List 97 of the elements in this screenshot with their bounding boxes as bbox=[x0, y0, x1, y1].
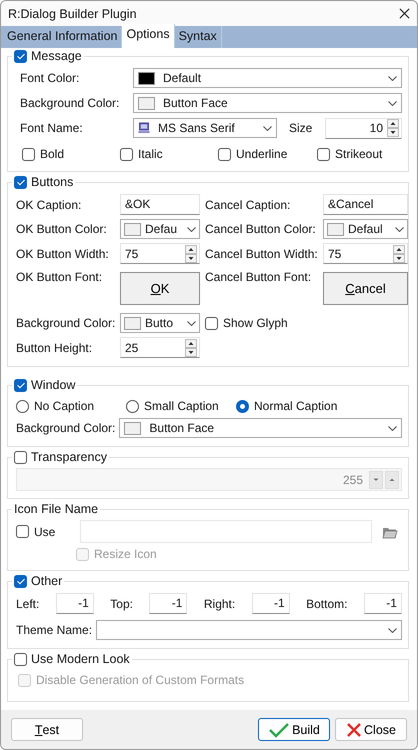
color-dropdown[interactable]: Button Face bbox=[133, 93, 402, 113]
field-label: Top: bbox=[110, 596, 133, 610]
text-field[interactable]: &Cancel bbox=[323, 194, 408, 215]
spin-up-button[interactable] bbox=[387, 119, 399, 128]
group-title: Other bbox=[31, 574, 62, 588]
field-label: Cancel Button Color: bbox=[205, 222, 317, 236]
radio-button[interactable] bbox=[236, 400, 249, 412]
checkbox[interactable] bbox=[120, 148, 133, 160]
number-field[interactable]: -1 bbox=[149, 593, 188, 614]
field-label: OK Button Width: bbox=[16, 246, 110, 260]
checkbox-label: Show Glyph bbox=[223, 316, 288, 330]
field-label: Background Color: bbox=[16, 316, 115, 330]
checkbox[interactable] bbox=[14, 378, 27, 392]
checkbox[interactable] bbox=[205, 316, 218, 330]
cancel-font-button[interactable]: Cancel bbox=[323, 272, 408, 305]
field-label: Button Height: bbox=[16, 340, 94, 354]
caret-icon bbox=[187, 320, 196, 326]
caret-icon bbox=[187, 226, 196, 232]
checkbox-label: Use bbox=[34, 524, 56, 538]
field-label: Left: bbox=[16, 596, 40, 610]
color-dropdown[interactable]: Defau bbox=[120, 219, 200, 239]
color-dropdown[interactable]: Button Face bbox=[119, 418, 402, 438]
number-field[interactable]: -1 bbox=[364, 593, 402, 614]
field-label: Theme Name: bbox=[16, 623, 92, 637]
checkbox-label: Disable Generation of Custom Formats bbox=[36, 673, 244, 687]
field-label: Font Color: bbox=[19, 71, 80, 85]
checkbox[interactable] bbox=[14, 50, 27, 62]
caret-icon bbox=[388, 426, 397, 430]
font-dropdown[interactable]: MS Sans Serif bbox=[133, 118, 277, 138]
checkbox[interactable] bbox=[14, 176, 27, 188]
radio-button[interactable] bbox=[126, 400, 139, 412]
group-title: Buttons bbox=[31, 175, 74, 189]
radio-label: Normal Caption bbox=[254, 399, 338, 413]
checkbox[interactable] bbox=[317, 148, 330, 160]
checkbox-label: Italic bbox=[138, 147, 163, 161]
monitor-icon bbox=[138, 122, 150, 134]
checkbox-label: Resize Icon bbox=[94, 547, 157, 561]
field-label: Font Name: bbox=[19, 121, 84, 135]
group-title: Transparency bbox=[31, 450, 107, 464]
spin-up-button[interactable] bbox=[393, 244, 405, 254]
checkbox-label: Strikeout bbox=[335, 147, 382, 161]
width-spinner[interactable]: 75 bbox=[323, 243, 408, 264]
checkbox[interactable] bbox=[14, 652, 27, 666]
spin-down-button[interactable] bbox=[387, 128, 399, 137]
caret-icon bbox=[263, 126, 272, 130]
width-spinner[interactable]: 75 bbox=[120, 243, 200, 264]
group-title: Use Modern Look bbox=[31, 652, 130, 666]
size-spinner[interactable]: 10 bbox=[325, 118, 402, 138]
field-label: OK Button Font: bbox=[16, 269, 104, 284]
build-button[interactable]: Build bbox=[258, 718, 330, 741]
spin-down-button[interactable] bbox=[393, 254, 405, 262]
field-label: Cancel Button Width: bbox=[205, 246, 318, 260]
caret-icon bbox=[388, 628, 397, 632]
checkbox[interactable] bbox=[14, 574, 27, 588]
field-label: Cancel Caption: bbox=[205, 198, 292, 212]
close-button[interactable]: Close bbox=[335, 718, 407, 741]
ok-font-button[interactable]: OK bbox=[120, 272, 200, 305]
field-label: Background Color: bbox=[19, 96, 120, 110]
checkbox[interactable] bbox=[218, 148, 231, 160]
checkbox[interactable] bbox=[22, 148, 35, 160]
group-title: Icon File Name bbox=[14, 502, 98, 516]
radio-label: Small Caption bbox=[144, 399, 219, 413]
radio-button[interactable] bbox=[16, 400, 29, 412]
caret-icon bbox=[388, 76, 397, 80]
test-button[interactable]: Test bbox=[11, 718, 83, 741]
field-label: Cancel Button Font: bbox=[205, 269, 312, 284]
spin-up-button[interactable] bbox=[185, 244, 197, 254]
checkbox-label: Bold bbox=[40, 147, 64, 161]
color-dropdown[interactable]: Defaul bbox=[323, 219, 408, 239]
field-label: Bottom: bbox=[306, 596, 348, 610]
field-label: Size bbox=[289, 121, 314, 135]
checkbox-label: Underline bbox=[236, 147, 288, 161]
spin-up-button[interactable] bbox=[185, 338, 197, 348]
text-field[interactable]: &OK bbox=[120, 194, 200, 215]
field-label: OK Caption: bbox=[16, 198, 82, 212]
tab[interactable]: Options bbox=[122, 24, 175, 48]
height-spinner[interactable]: 25 bbox=[120, 337, 200, 358]
file-name-field[interactable] bbox=[80, 520, 372, 543]
close-icon bbox=[346, 722, 362, 738]
group-title: Message bbox=[31, 49, 82, 63]
color-dropdown[interactable]: Default bbox=[133, 68, 402, 88]
caret-icon bbox=[388, 100, 397, 106]
checkbox[interactable] bbox=[16, 525, 29, 538]
caret-icon bbox=[395, 226, 404, 232]
spin-down-button[interactable] bbox=[185, 348, 197, 356]
field-label: Background Color: bbox=[16, 421, 116, 435]
radio-label: No Caption bbox=[34, 399, 94, 413]
window-title: R:Dialog Builder Plugin bbox=[8, 6, 137, 20]
field-label: OK Button Color: bbox=[16, 222, 108, 236]
field-label: Right: bbox=[204, 596, 236, 610]
color-dropdown[interactable]: Butto bbox=[120, 313, 200, 333]
check-icon bbox=[268, 722, 290, 738]
group-title: Window bbox=[31, 378, 76, 392]
number-field[interactable]: -1 bbox=[252, 593, 290, 614]
number-field[interactable]: -1 bbox=[56, 593, 94, 614]
spin-down-button[interactable] bbox=[185, 254, 197, 262]
close-icon[interactable] bbox=[399, 8, 410, 19]
